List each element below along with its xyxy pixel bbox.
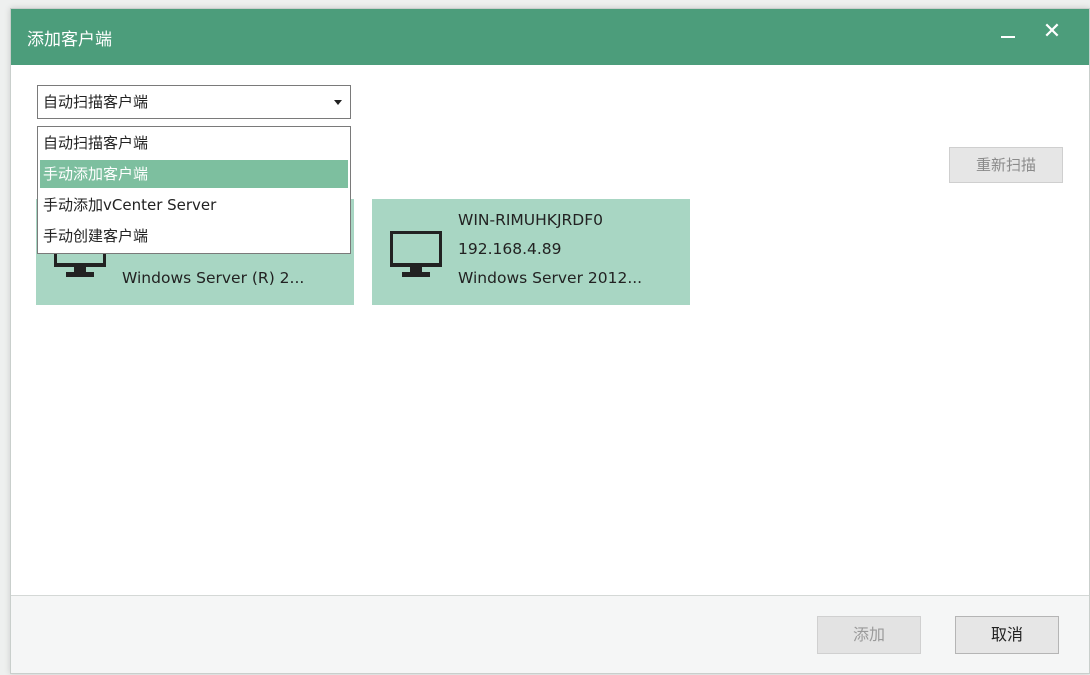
- add-button[interactable]: 添加: [817, 616, 921, 654]
- close-icon: ✕: [1042, 19, 1062, 44]
- mode-select[interactable]: 自动扫描客户端: [37, 85, 351, 119]
- monitor-icon: [390, 231, 442, 277]
- dropdown-option-manual-add[interactable]: 手动添加客户端: [40, 160, 348, 188]
- dropdown-option-vcenter[interactable]: 手动添加vCenter Server: [40, 191, 348, 219]
- client-card[interactable]: WIN-RIMUHKJRDF0 192.168.4.89 Windows Ser…: [372, 199, 690, 305]
- rescan-button[interactable]: 重新扫描: [949, 147, 1063, 183]
- client-ip: 192.168.4.89: [458, 240, 562, 258]
- client-os: Windows Server (R) 2...: [122, 269, 305, 287]
- close-button[interactable]: ✕: [1035, 15, 1069, 49]
- add-client-dialog: 添加客户端 ✕ 192.168.4.94 Windows Server (R) …: [10, 8, 1090, 674]
- dialog-footer: 添加 取消: [11, 596, 1089, 673]
- minimize-icon: [1001, 36, 1015, 38]
- dropdown-option-manual-create[interactable]: 手动创建客户端: [40, 222, 348, 250]
- client-name: WIN-RIMUHKJRDF0: [458, 211, 604, 229]
- minimize-button[interactable]: [991, 15, 1025, 49]
- cancel-button[interactable]: 取消: [955, 616, 1059, 654]
- mode-dropdown-list: 自动扫描客户端 手动添加客户端 手动添加vCenter Server 手动创建客…: [37, 126, 351, 254]
- dialog-title: 添加客户端: [27, 30, 112, 50]
- title-bar[interactable]: 添加客户端 ✕: [11, 9, 1089, 65]
- mode-select-value: 自动扫描客户端: [43, 93, 149, 111]
- client-os: Windows Server 2012...: [458, 269, 643, 287]
- chevron-down-icon: [334, 100, 342, 105]
- dropdown-option-auto-scan[interactable]: 自动扫描客户端: [40, 129, 348, 157]
